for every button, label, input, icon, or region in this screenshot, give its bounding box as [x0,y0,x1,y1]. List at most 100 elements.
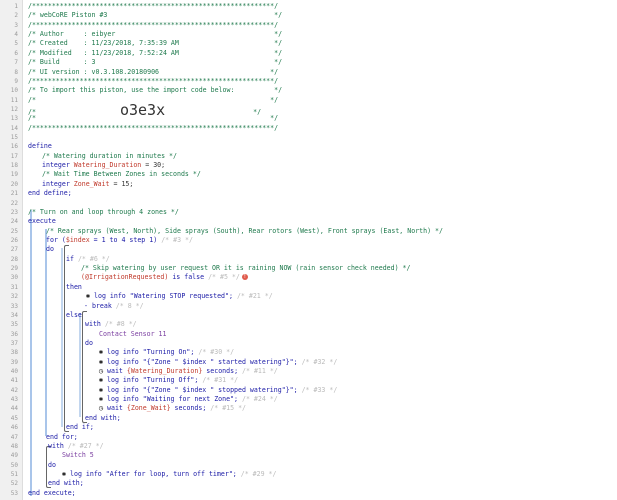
code-line: 48 with /* #27 */ [0,442,617,451]
line-number: 5 [14,40,18,48]
line-number: 33 [10,302,18,310]
line-number: 25 [10,227,18,235]
line-number: 48 [10,442,18,450]
code-line: 28 if /* #6 */ [0,255,617,264]
code-text: ✱ log info "{"Zone " $index " stopped wat… [97,386,337,395]
bug-icon: ✱ [85,292,91,301]
code-text: end execute; [28,488,76,497]
code-line: 27 do [0,245,617,254]
code-text: /* Author : eibyer */ [28,30,283,39]
code-token: /* #15 */ [210,404,247,413]
code-token: /* #8 */ [104,320,137,329]
code-text: /* */ [28,114,279,123]
code-line: 13 /* */ [0,114,617,123]
code-line: 2 /* webCoRE Piston #3 */ [0,11,617,20]
code-token: /* #24 */ [242,395,278,404]
code-token: with [85,320,101,329]
code-token: is false [172,273,205,282]
line-number: 51 [10,470,18,478]
line-number: 36 [10,330,18,338]
code-line: 53 end execute; [0,489,617,498]
code-token: "Turning On"; [142,348,195,357]
code-line: 4 /* Author : eibyer */ [0,30,617,39]
code-text: /* Watering duration in minutes */ [42,151,177,160]
code-token: - break [84,301,112,310]
code-text: with /* #8 */ [85,320,137,329]
code-token: {Zone_Wait} [126,404,171,413]
clock-icon: ◷ [98,367,104,376]
condition-error-icon[interactable]: ! [241,274,248,281]
line-number: 34 [10,311,18,319]
line-number: 17 [10,152,18,160]
bug-icon: ✱ [98,385,104,394]
code-line: 38 ✱ log info "Turning On"; /* #30 */ [0,348,617,357]
code-lines: 1 /**************************************… [0,2,617,498]
code-text: integer Watering_Duration = 30; [42,161,165,170]
code-text: /***************************************… [28,2,279,10]
code-line: 19 /* Wait Time Between Zones in seconds … [0,170,617,179]
code-line: 50 do [0,461,617,470]
bug-icon: ✱ [61,469,67,478]
code-token: /* #21 */ [236,292,273,301]
code-line: 18 integer Watering_Duration = 30; [0,161,617,170]
code-text: do [46,245,54,254]
code-text: ◷ wait {Watering_Duration} seconds; /* #1… [97,367,278,376]
code-token: /* #27 */ [67,441,104,450]
line-number: 45 [10,414,18,422]
code-line: 14 /*************************************… [0,124,617,133]
code-line: 44 ◷ wait {Zone_Wait} seconds; /* #15 */ [0,404,617,413]
code-token: /* #32 */ [301,357,338,366]
code-text: do [48,460,56,469]
code-line: 45 end with; [0,414,617,423]
line-number: 10 [10,87,18,95]
code-token: "After for loop, turn off timer"; [105,469,237,478]
line-number: 27 [10,246,18,254]
code-token: log info [107,395,139,404]
code-token: log info [107,385,139,394]
code-line: 15 [0,133,617,142]
line-number: 28 [10,255,18,263]
code-line: 3 /**************************************… [0,21,617,30]
code-token: log info [107,376,139,385]
code-text: - break /* 8 */ [84,302,144,311]
code-token: wait [107,404,123,413]
code-text: else [66,310,82,319]
code-text: /* Turn on and loop through 4 zones */ [28,207,179,216]
code-token: /* #31 */ [202,376,239,385]
code-text: integer Zone_Wait = 15; [42,180,133,189]
code-token: seconds; [206,367,239,376]
code-token: Zone_Wait [73,179,110,188]
line-number: 24 [10,218,18,226]
code-text: define [28,142,52,151]
bug-icon: ✱ [98,357,104,366]
code-line: 26 for ($index = 1 to 4 step 1) /* #3 */ [0,236,617,245]
code-line: 41 ✱ log info "Turning Off"; /* #31 */ [0,376,617,385]
code-line: 5 /* Created : 11/23/2018, 7:35:39 AM */ [0,39,617,48]
line-number: 18 [10,162,18,170]
line-number: 15 [10,134,18,142]
line-number: 19 [10,171,18,179]
code-line: 40 ◷ wait {Watering_Duration} seconds; /* … [0,367,617,376]
line-number: 9 [14,77,18,85]
code-text: /***************************************… [28,76,279,85]
code-text: Switch 5 [62,451,94,460]
line-number: 38 [10,349,18,357]
code-text: ✱ log info "Turning On"; /* #30 */ [97,348,234,357]
code-line: 8 /* UI version : v0.3.108.20180906 */ [0,68,617,77]
line-number: 2 [14,12,18,20]
code-text: /* Created : 11/23/2018, 7:35:39 AM */ [28,39,283,48]
line-number: 32 [10,293,18,301]
line-number: 30 [10,274,18,282]
code-line: 46 end if; [0,423,617,432]
line-number: 31 [10,283,18,291]
line-number: 20 [10,180,18,188]
code-text: /* webCoRE Piston #3 */ [28,11,283,20]
line-number: 1 [14,3,18,10]
line-number: 42 [10,386,18,394]
code-line: 9 /**************************************… [0,77,617,86]
code-token: log info [70,469,102,478]
code-token: /* #3 */ [161,235,193,244]
line-number: 47 [10,433,18,441]
line-number: 23 [10,208,18,216]
code-line: 17 /* Watering duration in minutes */ [0,152,617,161]
